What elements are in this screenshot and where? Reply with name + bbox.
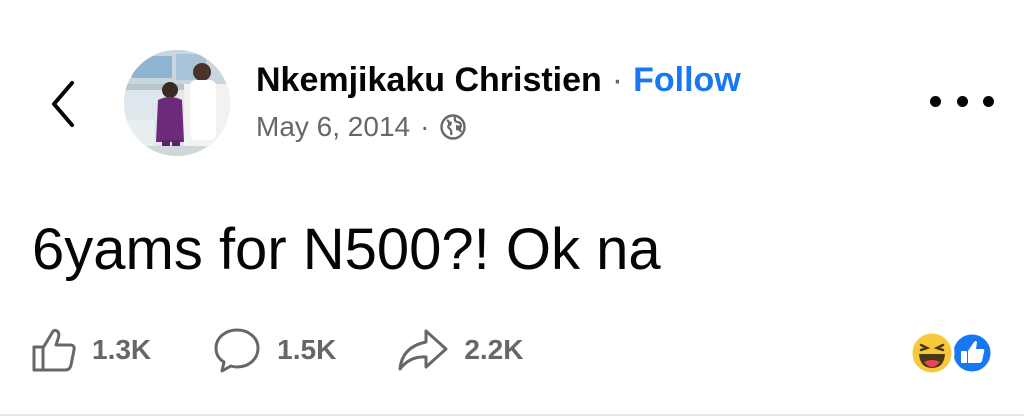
follow-button[interactable]: Follow [633,58,741,102]
like-reaction-icon [950,331,994,375]
like-count: 1.3K [92,334,152,365]
comment-button[interactable]: 1.5K [211,326,336,374]
separator-dot: · [611,61,624,99]
like-button[interactable]: 1.3K [30,327,151,373]
meta-separator: · [420,111,430,142]
thumbs-up-icon [32,328,76,372]
post-card: Nkemjikaku Christien · Follow May 6, 201… [0,0,1024,418]
back-button[interactable] [38,74,88,134]
globe-icon [439,113,467,141]
chevron-left-icon [52,81,74,127]
action-bar: 1.3K 1.5K 2.2K [30,322,583,378]
post-meta: May 6, 2014 · [256,110,896,144]
post-date[interactable]: May 6, 2014 [256,110,410,144]
more-options-button[interactable] [930,86,994,116]
reaction-summary[interactable] [908,330,998,376]
profile-photo [124,50,230,156]
share-button[interactable]: 2.2K [396,327,523,373]
avatar[interactable] [124,50,230,156]
share-count: 2.2K [464,334,524,365]
divider [0,414,1024,416]
ellipsis-icon-dot [930,95,941,107]
post-text: 6yams for N500?! Ok na [32,217,661,282]
share-icon [398,329,448,371]
ellipsis-icon-dot [956,95,968,107]
comment-count: 1.5K [277,334,337,365]
author-line: Nkemjikaku Christien · Follow [256,58,896,102]
laughing-face-icon [909,330,955,376]
post-header: Nkemjikaku Christien · Follow May 6, 201… [256,58,896,144]
author-name[interactable]: Nkemjikaku Christien [256,58,602,102]
comment-icon [214,328,260,373]
ellipsis-icon-dot [983,95,994,107]
